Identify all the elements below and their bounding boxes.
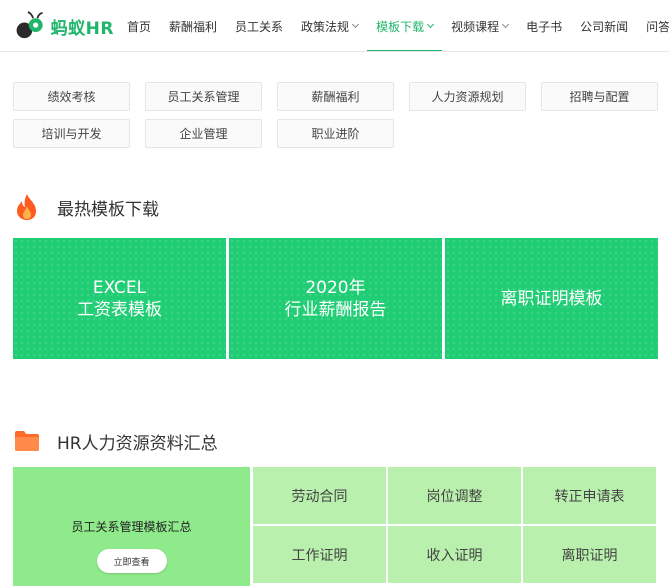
hot-banner-2[interactable]: 离职证明模板 [445,238,658,359]
nav-item-label: 电子书 [526,19,563,34]
nav-item-label: 公司新闻 [580,19,629,34]
chevron-down-icon [502,20,510,29]
banner-text: EXCEL [92,277,147,298]
nav-item-4[interactable]: 模板下载 [367,0,443,51]
hr-section-title: HR人力资源资料汇总 [13,427,218,455]
category-tag[interactable]: 绩效考核 [13,82,130,111]
category-tag[interactable]: 职业进阶 [277,119,394,148]
hot-title-text: 最热模板下载 [57,199,159,220]
category-tag[interactable]: 培训与开发 [13,119,130,148]
nav-item-label: 政策法规 [301,19,350,34]
chevron-down-icon [427,20,435,29]
category-tag[interactable]: 人力资源规划 [409,82,526,111]
nav-item-2[interactable]: 员工关系 [226,0,292,51]
nav-item-label: 薪酬福利 [169,19,218,34]
ant-logo-icon [16,11,43,39]
nav-item-label: 模板下载 [376,19,425,34]
hot-banners: EXCEL 工资表模板 2020年 行业薪酬报告 离职证明模板 [13,238,658,359]
banner-text: 离职证明模板 [500,288,603,309]
hr-resource-item[interactable]: 工作证明 [253,526,386,583]
main-nav: 首页 薪酬福利 员工关系 政策法规 模板下载 视频课程 电子书 公司新闻 问答 [118,0,669,51]
hot-banner-1[interactable]: 2020年 行业薪酬报告 [229,238,442,359]
nav-item-0[interactable]: 首页 [118,0,160,51]
hr-resource-item[interactable]: 劳动合同 [253,467,386,524]
hot-banner-0[interactable]: EXCEL 工资表模板 [13,238,226,359]
nav-item-label: 首页 [127,19,152,34]
hr-resource-item[interactable]: 岗位调整 [388,467,521,524]
category-tags: 绩效考核 员工关系管理 薪酬福利 人力资源规划 招聘与配置培训与开发 企业管理 职业进阶 [13,82,669,148]
hr-resource-item[interactable]: 转正申请表 [523,467,656,524]
nav-item-1[interactable]: 薪酬福利 [160,0,226,51]
category-tag[interactable]: 招聘与配置 [541,82,658,111]
flame-icon [13,193,41,221]
hr-feature-label: 员工关系管理模板汇总 [71,520,192,534]
banner-text: 2020年 [305,277,366,298]
hr-resource-item[interactable]: 收入证明 [388,526,521,583]
top-header: 蚂蚁HR 首页 薪酬福利 员工关系 政策法规 模板下载 视频课程 电子书 公司新闻 问答 [0,0,669,52]
nav-item-label: 员工关系 [235,19,284,34]
hr-title-text: HR人力资源资料汇总 [57,433,218,454]
hr-resource-grid: 劳动合同 岗位调整 转正申请表工作证明 收入证明 离职证明 [253,467,656,583]
nav-item-6[interactable]: 电子书 [517,0,571,51]
category-tag[interactable]: 员工关系管理 [145,82,262,111]
category-tag[interactable]: 薪酬福利 [277,82,394,111]
view-now-button[interactable]: 立即查看 [96,549,167,573]
nav-item-7[interactable]: 公司新闻 [571,0,637,51]
folder-icon [13,427,41,455]
nav-item-8[interactable]: 问答 [637,0,669,51]
nav-item-label: 问答 [646,19,669,34]
site-logo[interactable]: 蚂蚁HR [14,8,114,44]
banner-text: 工资表模板 [77,299,162,320]
category-tag[interactable]: 企业管理 [145,119,262,148]
chevron-down-icon [352,20,360,29]
logo-text: 蚂蚁HR [50,18,114,39]
nav-item-3[interactable]: 政策法规 [292,0,367,51]
banner-text: 行业薪酬报告 [284,299,387,320]
nav-item-label: 视频课程 [451,19,500,34]
hot-section-title: 最热模板下载 [13,193,159,221]
hr-resource-item[interactable]: 离职证明 [523,526,656,583]
nav-item-5[interactable]: 视频课程 [442,0,517,51]
hr-feature-card[interactable]: 员工关系管理模板汇总 立即查看 [13,467,250,586]
